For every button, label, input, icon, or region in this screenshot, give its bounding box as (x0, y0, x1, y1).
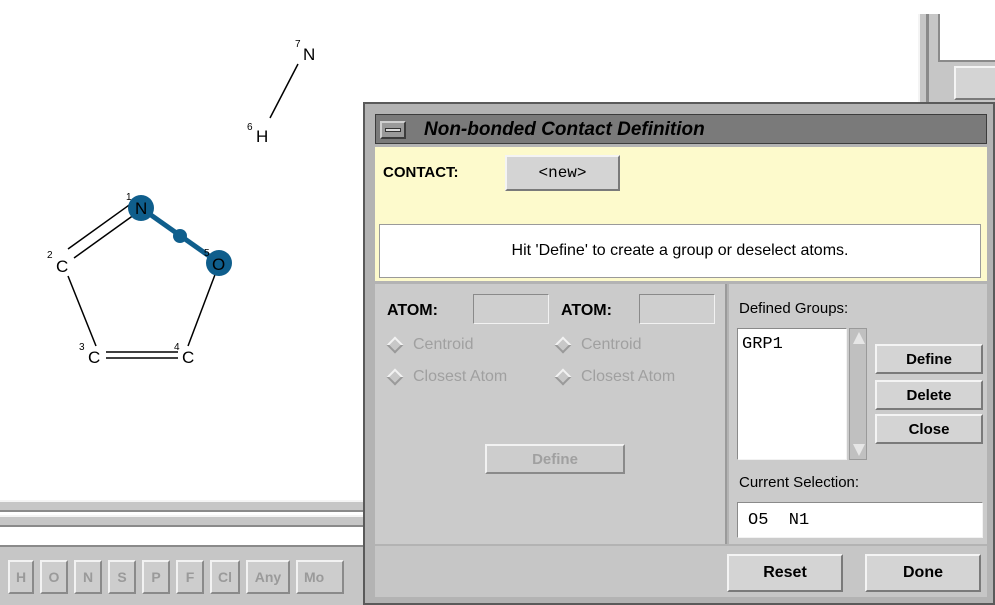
bond-midpoint-marker (173, 229, 187, 243)
background-rail-top (0, 500, 370, 512)
atom2-closest-label: Closest Atom (581, 368, 676, 385)
current-selection-label: Current Selection: (739, 474, 860, 491)
element-button-o[interactable]: O (40, 560, 68, 594)
dialog-footer: Reset Done (375, 546, 987, 597)
bond-c2-c3 (67, 275, 97, 347)
bond-n7-h6 (269, 63, 299, 119)
delete-group-button[interactable]: Delete (875, 380, 983, 410)
element-button-h[interactable]: H (8, 560, 34, 594)
dialog-title: Non-bonded Contact Definition (424, 119, 705, 140)
atom2-closest-radio[interactable]: Closest Atom (554, 368, 676, 386)
atom-label-c2: C (56, 257, 68, 276)
done-button[interactable]: Done (865, 554, 981, 592)
atom-label-o5: O (212, 255, 225, 274)
contact-selector-button[interactable]: <new> (505, 155, 620, 191)
background-rail-bottom (0, 515, 370, 527)
element-button-f[interactable]: F (176, 560, 204, 594)
defined-groups-list[interactable]: GRP1 (737, 328, 847, 460)
atom2-label: ATOM: (561, 302, 612, 319)
atom2-centroid-radio[interactable]: Centroid (554, 336, 642, 354)
atom-label-n7: N (303, 45, 315, 64)
element-button-any[interactable]: Any (246, 560, 290, 594)
window-menu-icon (385, 128, 401, 132)
radio-diamond-icon (386, 368, 404, 386)
atom2-field[interactable] (639, 294, 715, 324)
atom-label-c3: C (88, 348, 100, 367)
current-selection-field[interactable]: O5 N1 (737, 502, 983, 538)
background-window-divider (926, 14, 929, 104)
window-menu-button[interactable] (380, 121, 406, 139)
contact-header: CONTACT: <new> Hit 'Define' to create a … (375, 147, 987, 281)
radio-diamond-icon (386, 336, 404, 354)
atom-index-o5: 5 (204, 248, 210, 259)
scroll-up-icon[interactable] (853, 332, 865, 344)
background-window-inset (938, 14, 995, 62)
bond-n1-c2-a (73, 211, 139, 259)
atom-index-c4: 4 (174, 342, 180, 353)
atom-label-h6: H (256, 127, 268, 146)
element-button-n[interactable]: N (74, 560, 102, 594)
define-group-button[interactable]: Define (875, 344, 983, 374)
radio-diamond-icon (554, 336, 572, 354)
atom1-closest-label: Closest Atom (413, 368, 508, 385)
atom-index-c3: 3 (79, 342, 85, 353)
atom-label-n1: N (135, 199, 147, 218)
element-toolbar: H O N S P F Cl Any Mo (0, 545, 370, 605)
atom1-centroid-label: Centroid (413, 336, 474, 353)
bond-n1-c2-b (67, 202, 133, 250)
defined-groups-label: Defined Groups: (739, 300, 849, 317)
atom1-centroid-radio[interactable]: Centroid (386, 336, 474, 354)
bond-c4-o5 (187, 271, 217, 347)
atom1-label: ATOM: (387, 302, 438, 319)
element-button-s[interactable]: S (108, 560, 136, 594)
radio-diamond-icon (554, 368, 572, 386)
atom2-centroid-label: Centroid (581, 336, 642, 353)
dialog-titlebar[interactable]: Non-bonded Contact Definition (375, 114, 987, 144)
background-window-button[interactable] (954, 66, 995, 100)
scroll-down-icon[interactable] (853, 444, 865, 456)
atom-index-c2: 2 (47, 250, 53, 261)
close-group-button[interactable]: Close (875, 414, 983, 444)
list-item[interactable]: GRP1 (742, 335, 783, 354)
atom1-field[interactable] (473, 294, 549, 324)
element-button-cl[interactable]: Cl (210, 560, 240, 594)
atom-index-n1: 1 (126, 192, 132, 203)
contact-definition-dialog: Non-bonded Contact Definition CONTACT: <… (363, 102, 995, 605)
atom-index-n7: 7 (295, 39, 301, 50)
reset-button[interactable]: Reset (727, 554, 843, 592)
atom-index-h6: 6 (247, 122, 253, 133)
element-button-p[interactable]: P (142, 560, 170, 594)
background-window-edge (918, 14, 995, 104)
atom-definition-panel: ATOM: ATOM: Centroid Centroid Closest At… (375, 284, 727, 544)
groups-scrollbar[interactable] (849, 328, 867, 460)
atom1-closest-radio[interactable]: Closest Atom (386, 368, 508, 386)
contact-label: CONTACT: (383, 164, 459, 181)
element-button-more[interactable]: Mo (296, 560, 344, 594)
define-contact-button[interactable]: Define (485, 444, 625, 474)
groups-panel: Defined Groups: GRP1 Define Delete Close… (729, 284, 987, 544)
status-message: Hit 'Define' to create a group or desele… (379, 224, 981, 278)
atom-label-c4: C (182, 348, 194, 367)
